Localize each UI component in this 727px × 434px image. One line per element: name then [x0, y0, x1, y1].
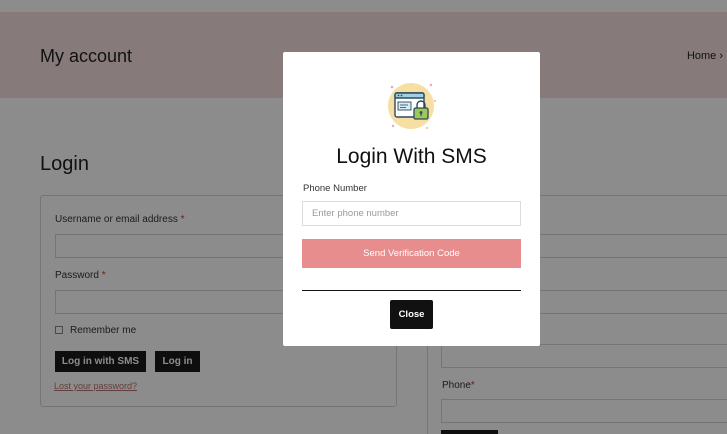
phone-number-label: Phone Number — [303, 183, 367, 194]
send-verification-code-button[interactable]: Send Verification Code — [302, 239, 521, 268]
phone-number-input[interactable] — [302, 201, 521, 226]
sms-login-modal: Login With SMS Phone Number Send Verific… — [283, 52, 540, 346]
modal-divider — [302, 290, 521, 291]
secure-browser-lock-icon — [388, 83, 436, 129]
close-button[interactable]: Close — [390, 300, 433, 329]
modal-title: Login With SMS — [336, 145, 487, 168]
